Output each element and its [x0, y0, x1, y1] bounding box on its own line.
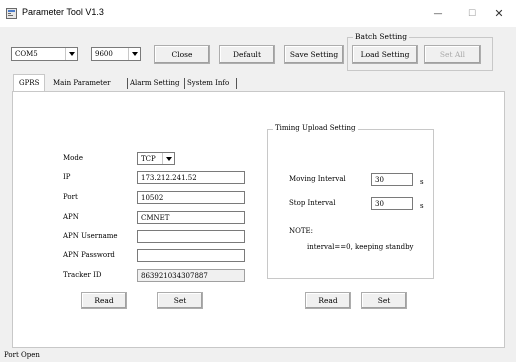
chevron-down-icon — [65, 48, 77, 60]
port-select-value: COM5 — [15, 50, 38, 58]
minimize-button[interactable]: — — [421, 0, 455, 27]
port-field[interactable]: 10502 — [137, 191, 245, 204]
tab-separator — [236, 78, 237, 89]
baud-select-value: 9600 — [95, 50, 113, 58]
stop-interval-label: Stop Interval — [289, 199, 336, 207]
tab-separator — [127, 78, 128, 89]
mode-select[interactable]: TCP — [137, 152, 175, 165]
baud-select[interactable]: 9600 — [91, 47, 141, 61]
tab-gprs[interactable]: GPRS — [13, 74, 46, 91]
chevron-down-icon — [162, 153, 174, 164]
mode-select-value: TCP — [141, 154, 156, 163]
tracker-id-field: 863921034307887 — [137, 269, 245, 282]
tab-separator — [184, 78, 185, 89]
ip-label: IP — [63, 173, 71, 181]
moving-interval-unit: s — [420, 178, 424, 186]
note-text: interval==0, keeping standby — [307, 243, 414, 251]
chevron-down-icon — [128, 48, 140, 60]
timing-upload-legend: Timing Upload Setting — [273, 124, 358, 132]
maximize-icon: ☐ — [467, 8, 477, 19]
tracker-id-label: Tracker ID — [63, 271, 102, 279]
close-port-button[interactable]: Close — [154, 45, 210, 64]
default-button[interactable]: Default — [219, 45, 275, 64]
app-icon — [6, 8, 17, 19]
mode-label: Mode — [63, 154, 84, 162]
window-title: Parameter Tool V1.3 — [22, 7, 104, 17]
client-area: COM5 9600 Close Default Save Setting Bat… — [0, 27, 516, 362]
status-bar: Port Open — [0, 351, 516, 362]
app-window: Parameter Tool V1.3 — ☐ ✕ COM5 9600 Clos… — [0, 0, 516, 362]
gprs-panel: Mode TCP IP 173.212.241.52 Port 10502 AP… — [12, 91, 505, 348]
stop-interval-unit: s — [420, 202, 424, 210]
tab-main-parameter[interactable]: Main Parameter — [53, 75, 110, 91]
status-text: Port Open — [4, 351, 40, 359]
apn-password-field[interactable] — [137, 249, 245, 262]
set-all-button[interactable]: Set All — [424, 45, 481, 64]
port-select[interactable]: COM5 — [11, 47, 78, 61]
tab-alarm-setting[interactable]: Alarm Setting — [130, 75, 179, 91]
gprs-set-button[interactable]: Set — [157, 292, 203, 309]
moving-interval-field[interactable]: 30 — [371, 173, 413, 186]
moving-interval-label: Moving Interval — [289, 175, 346, 183]
apn-label: APN — [63, 213, 79, 221]
batch-setting-legend: Batch Setting — [353, 32, 410, 41]
apn-username-field[interactable] — [137, 230, 245, 243]
apn-password-label: APN Password — [63, 251, 115, 259]
close-window-button[interactable]: ✕ — [482, 0, 516, 27]
title-bar: Parameter Tool V1.3 — ☐ ✕ — [0, 0, 516, 27]
timing-set-button[interactable]: Set — [361, 292, 407, 309]
timing-read-button[interactable]: Read — [305, 292, 351, 309]
ip-field[interactable]: 173.212.241.52 — [137, 171, 245, 184]
save-setting-button[interactable]: Save Setting — [284, 45, 344, 64]
note-label: NOTE: — [289, 227, 314, 235]
tab-system-info[interactable]: System Info — [187, 75, 229, 91]
load-setting-button[interactable]: Load Setting — [352, 45, 418, 64]
apn-field[interactable]: CMNET — [137, 211, 245, 224]
apn-username-label: APN Username — [63, 232, 118, 240]
minimize-icon: — — [433, 8, 443, 19]
close-icon: ✕ — [494, 7, 504, 20]
stop-interval-field[interactable]: 30 — [371, 197, 413, 210]
port-label: Port — [63, 193, 78, 201]
gprs-read-button[interactable]: Read — [81, 292, 127, 309]
